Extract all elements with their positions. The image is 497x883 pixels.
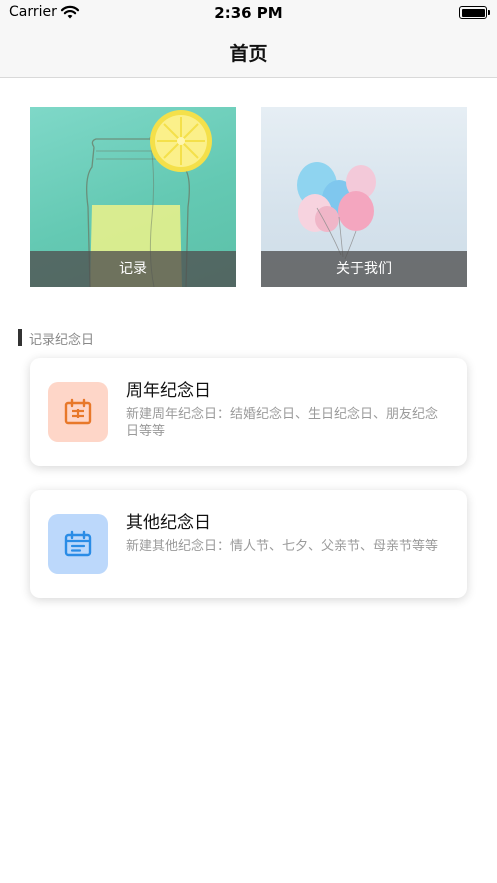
other-anniversary-card-description: 新建其他纪念日：情人节、七夕、父亲节、母亲节等等 (126, 539, 439, 554)
about-us-tile[interactable]: 关于我们 (261, 107, 467, 287)
section-title: 记录纪念日 (29, 333, 95, 348)
calendar-icon (64, 398, 92, 425)
anniversary-card-title: 周年纪念日 (126, 381, 211, 401)
calendar-icon (64, 530, 92, 557)
page-title: 首页 (229, 43, 268, 65)
about-us-tile-label: 关于我们 (336, 261, 392, 277)
other-anniversary-icon-box (48, 514, 108, 574)
battery-icon (459, 6, 490, 19)
record-tile-label: 记录 (119, 261, 147, 277)
anniversary-icon-box (48, 382, 108, 442)
status-bar: Carrier 2:36 PM (0, 0, 497, 26)
other-anniversary-card[interactable]: 其他纪念日 新建其他纪念日：情人节、七夕、父亲节、母亲节等等 (30, 490, 467, 598)
other-anniversary-card-title: 其他纪念日 (126, 513, 211, 533)
navigation-bar: 首页 (0, 26, 497, 78)
record-tile[interactable]: 记录 (30, 107, 236, 287)
anniversary-card[interactable]: 周年纪念日 新建周年纪念日：结婚纪念日、生日纪念日、朋友纪念日等等 (30, 358, 467, 466)
status-time: 2:36 PM (214, 4, 283, 22)
section-accent-bar (18, 329, 22, 346)
anniversary-card-description: 新建周年纪念日：结婚纪念日、生日纪念日、朋友纪念日等等 (126, 407, 439, 439)
